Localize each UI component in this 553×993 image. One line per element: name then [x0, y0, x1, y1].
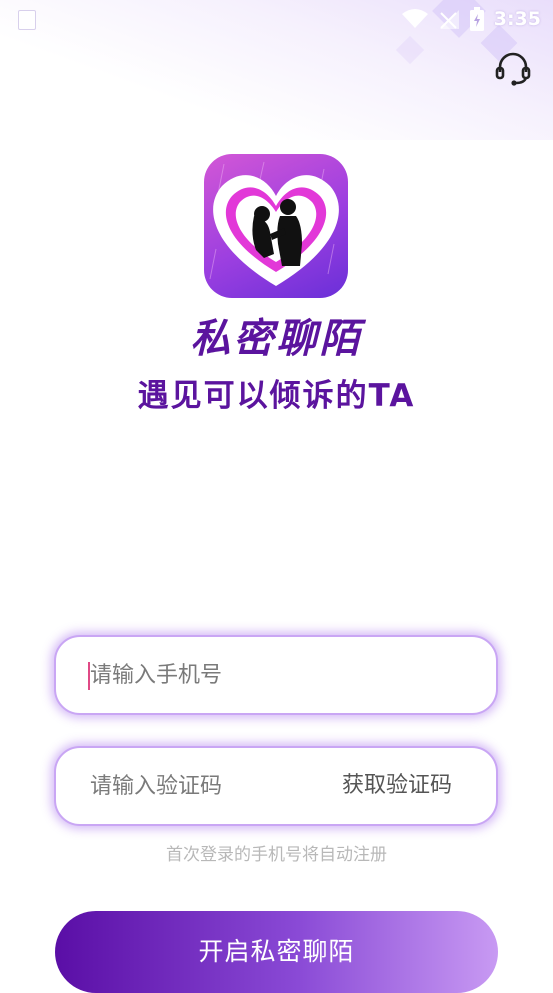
start-chat-button[interactable]: 开启私密聊陌 [55, 911, 498, 993]
signal-icon [438, 8, 460, 30]
phone-field[interactable] [54, 635, 498, 715]
auto-register-hint: 首次登录的手机号将自动注册 [166, 845, 387, 865]
phone-input[interactable] [90, 637, 470, 713]
get-code-button[interactable]: 获取验证码 [342, 748, 452, 824]
headset-icon[interactable] [494, 50, 532, 88]
status-time: 3:35 [493, 8, 541, 30]
app-slogan: 遇见可以倾诉的TA [137, 378, 416, 414]
verification-code-field[interactable]: 获取验证码 [54, 746, 498, 826]
battery-icon [469, 7, 484, 31]
app-name: 私密聊陌 [190, 316, 363, 362]
notification-icon [18, 10, 36, 30]
verification-code-input[interactable] [90, 748, 310, 824]
status-icons: 3:35 [401, 6, 541, 32]
wifi-icon [401, 9, 428, 29]
status-bar: 3:35 [0, 0, 553, 38]
app-logo [204, 154, 348, 298]
